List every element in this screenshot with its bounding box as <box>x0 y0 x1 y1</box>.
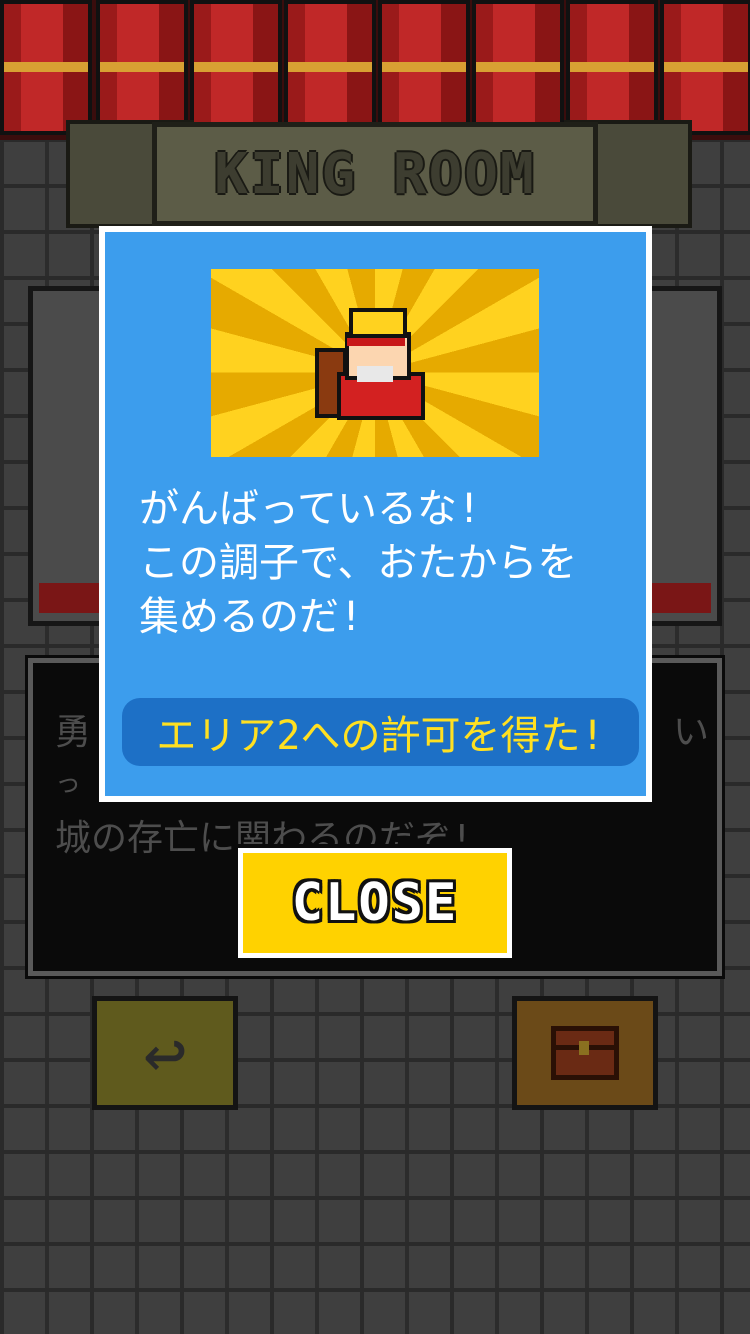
modal-message-line: 集めるのだ! <box>139 594 364 640</box>
treasure-button[interactable] <box>512 996 658 1110</box>
back-button[interactable]: ↩ <box>92 996 238 1110</box>
reward-modal: がんばっているな! この調子で、おたからを 集めるのだ! エリア2への許可を得た… <box>99 226 652 802</box>
reward-banner: エリア2への許可を得た! <box>122 698 639 766</box>
dialog-line-2: っ <box>55 769 82 799</box>
king-illustration <box>211 269 539 457</box>
close-button[interactable]: CLOSE <box>234 844 516 962</box>
treasure-chest-icon <box>551 1026 619 1080</box>
modal-message-line: この調子で、おたからを <box>139 540 578 586</box>
dialog-line-1: 勇 <box>55 712 92 753</box>
king-icon <box>315 308 435 420</box>
page-title: KING ROOM <box>214 141 536 207</box>
curtain <box>0 0 750 140</box>
close-button-label: CLOSE <box>291 873 459 933</box>
title-banner: KING ROOM <box>152 122 598 226</box>
back-arrow-icon: ↩ <box>143 1011 187 1095</box>
modal-message: がんばっているな! この調子で、おたからを 集めるのだ! <box>139 482 639 644</box>
dialog-line-1-tail: い <box>673 712 710 753</box>
reward-text: エリア2への許可を得た! <box>156 713 605 759</box>
modal-message-line: がんばっているな! <box>139 486 482 532</box>
